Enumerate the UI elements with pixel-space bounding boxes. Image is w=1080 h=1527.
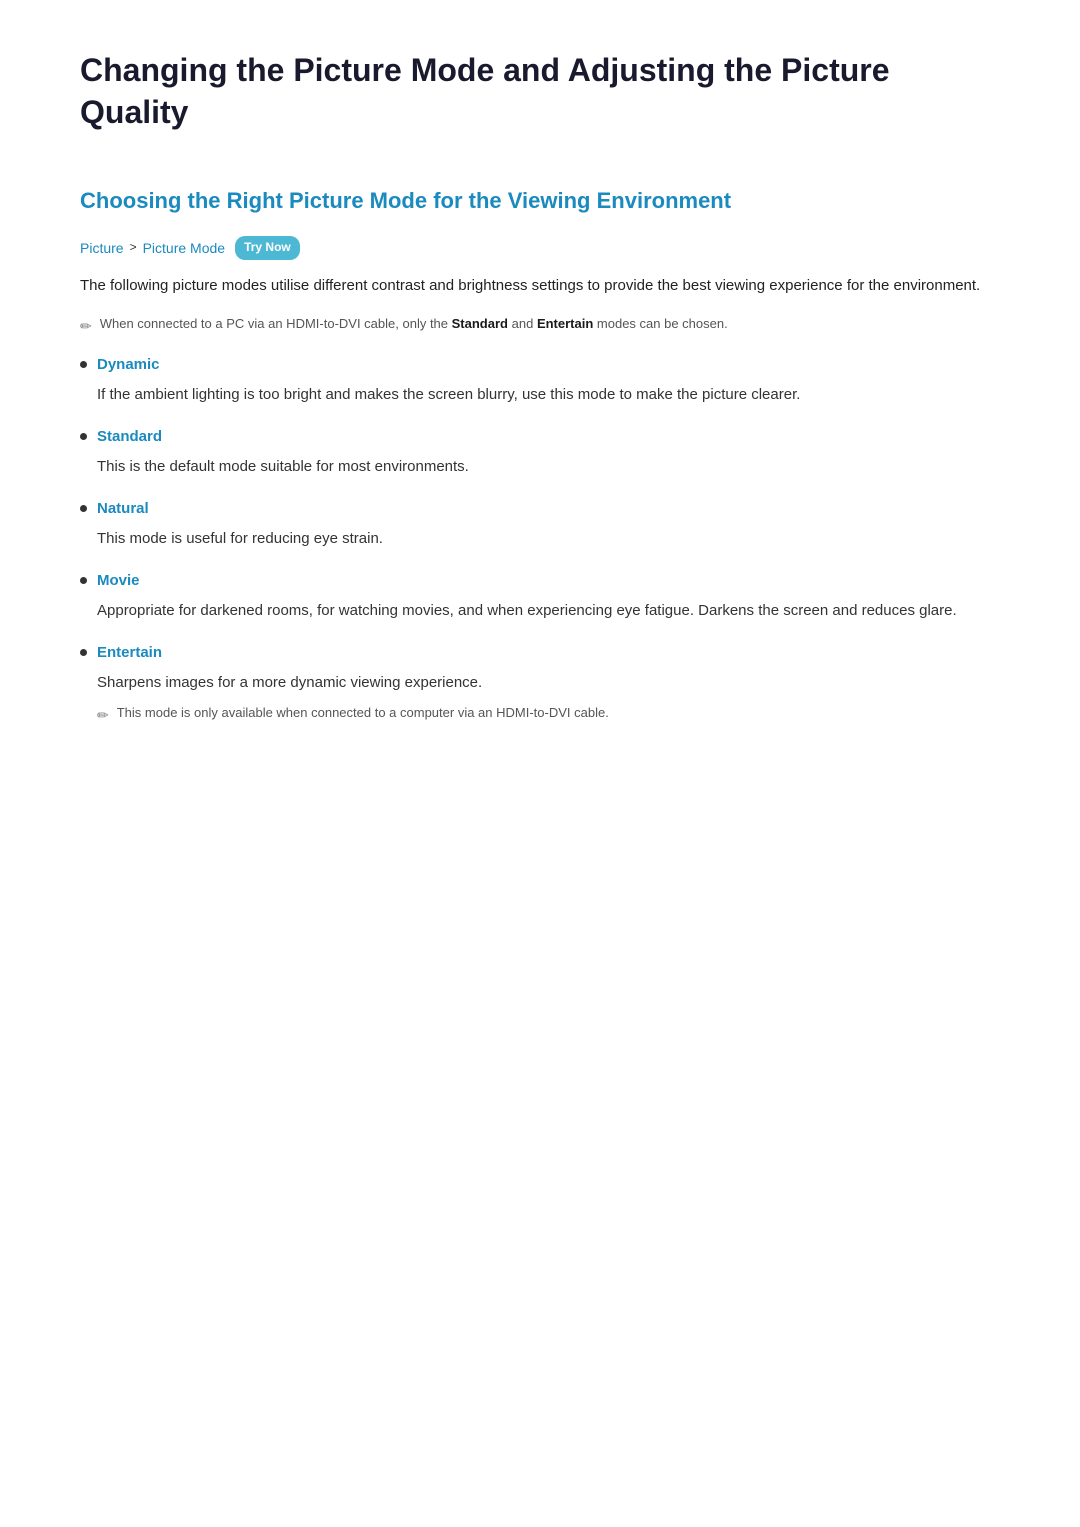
breadcrumb-picture-mode[interactable]: Picture Mode [143, 237, 225, 259]
pencil-icon: ✏ [80, 315, 92, 337]
mode-description-dynamic: If the ambient lighting is too bright an… [97, 383, 1000, 407]
mode-list: Dynamic If the ambient lighting is too b… [80, 353, 1000, 726]
pencil-icon-entertain: ✏ [97, 704, 109, 726]
list-item: Natural This mode is useful for reducing… [80, 497, 1000, 551]
mode-description-movie: Appropriate for darkened rooms, for watc… [97, 599, 1000, 623]
entertain-sub-note: ✏ This mode is only available when conne… [97, 703, 1000, 726]
try-now-badge[interactable]: Try Now [235, 236, 300, 259]
mode-name-movie: Movie [97, 569, 140, 593]
breadcrumb: Picture > Picture Mode Try Now [80, 236, 1000, 259]
bullet-dot [80, 433, 87, 440]
bullet-dot [80, 505, 87, 512]
breadcrumb-separator: > [130, 238, 137, 257]
section-heading: Choosing the Right Picture Mode for the … [80, 183, 1000, 218]
bullet-dot [80, 361, 87, 368]
list-item: Entertain Sharpens images for a more dyn… [80, 641, 1000, 726]
standard-term: Standard [452, 316, 508, 331]
mode-name-dynamic: Dynamic [97, 353, 160, 377]
intro-paragraph: The following picture modes utilise diff… [80, 274, 1000, 298]
mode-name-natural: Natural [97, 497, 149, 521]
bullet-dot [80, 649, 87, 656]
mode-name-standard: Standard [97, 425, 162, 449]
list-item: Dynamic If the ambient lighting is too b… [80, 353, 1000, 407]
pc-note: ✏ When connected to a PC via an HDMI-to-… [80, 314, 1000, 337]
entertain-sub-note-text: This mode is only available when connect… [117, 703, 609, 724]
mode-description-natural: This mode is useful for reducing eye str… [97, 527, 1000, 551]
breadcrumb-picture[interactable]: Picture [80, 237, 124, 259]
mode-name-entertain: Entertain [97, 641, 162, 665]
pc-note-text: When connected to a PC via an HDMI-to-DV… [100, 314, 728, 335]
mode-description-entertain: Sharpens images for a more dynamic viewi… [97, 671, 1000, 695]
mode-description-standard: This is the default mode suitable for mo… [97, 455, 1000, 479]
bullet-dot [80, 577, 87, 584]
entertain-term: Entertain [537, 316, 593, 331]
page-title: Changing the Picture Mode and Adjusting … [80, 50, 1000, 133]
list-item: Movie Appropriate for darkened rooms, fo… [80, 569, 1000, 623]
list-item: Standard This is the default mode suitab… [80, 425, 1000, 479]
